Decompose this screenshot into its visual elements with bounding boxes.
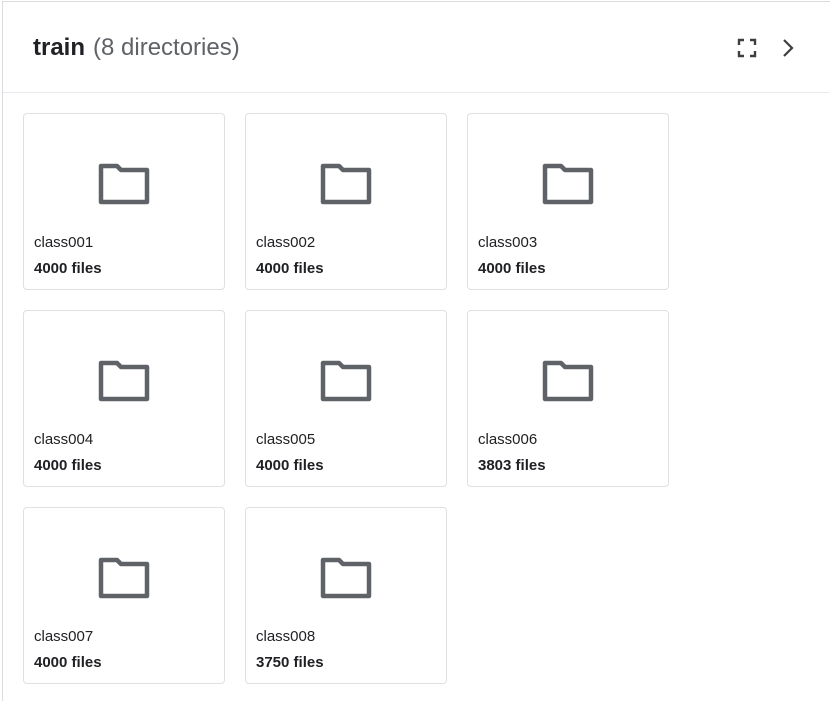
panel-header: train (8 directories) <box>3 2 830 93</box>
folder-icon <box>98 557 150 599</box>
directory-card-name: class004 <box>34 431 94 448</box>
directory-card-file-count: 4000 files <box>256 457 324 474</box>
directory-card[interactable]: class007 4000 files <box>23 507 225 684</box>
directory-card-name: class005 <box>256 431 316 448</box>
folder-icon <box>542 163 594 205</box>
folder-icon <box>320 163 372 205</box>
folder-icon <box>98 360 150 402</box>
directory-card[interactable]: class002 4000 files <box>245 113 447 290</box>
directory-card-file-count: 3750 files <box>256 654 324 671</box>
directory-name: train <box>33 34 86 61</box>
directory-card[interactable]: class008 3750 files <box>245 507 447 684</box>
directory-card-name: class001 <box>34 234 94 251</box>
page-title: train (8 directories) <box>33 32 240 64</box>
fullscreen-icon <box>737 38 757 58</box>
folder-icon <box>320 557 372 599</box>
next-button[interactable] <box>774 34 802 62</box>
directory-card[interactable]: class003 4000 files <box>467 113 669 290</box>
directory-card-file-count: 4000 files <box>34 654 102 671</box>
directory-panel: train (8 directories) class001 4000 files… <box>2 1 830 701</box>
fullscreen-button[interactable] <box>733 34 761 62</box>
directory-card-name: class006 <box>478 431 538 448</box>
folder-icon <box>98 163 150 205</box>
directory-card-name: class007 <box>34 628 94 645</box>
folder-icon <box>542 360 594 402</box>
directory-card-file-count: 4000 files <box>478 260 546 277</box>
directory-card-file-count: 4000 files <box>34 260 102 277</box>
directory-card-name: class008 <box>256 628 316 645</box>
directory-card[interactable]: class004 4000 files <box>23 310 225 487</box>
directory-card[interactable]: class005 4000 files <box>245 310 447 487</box>
directory-card-file-count: 3803 files <box>478 457 546 474</box>
chevron-right-icon <box>783 39 794 57</box>
directory-count: (8 directories) <box>93 34 240 61</box>
directory-card[interactable]: class001 4000 files <box>23 113 225 290</box>
directory-card-name: class002 <box>256 234 316 251</box>
directory-card[interactable]: class006 3803 files <box>467 310 669 487</box>
directory-card-file-count: 4000 files <box>256 260 324 277</box>
folder-icon <box>320 360 372 402</box>
directory-card-name: class003 <box>478 234 538 251</box>
directory-card-file-count: 4000 files <box>34 457 102 474</box>
